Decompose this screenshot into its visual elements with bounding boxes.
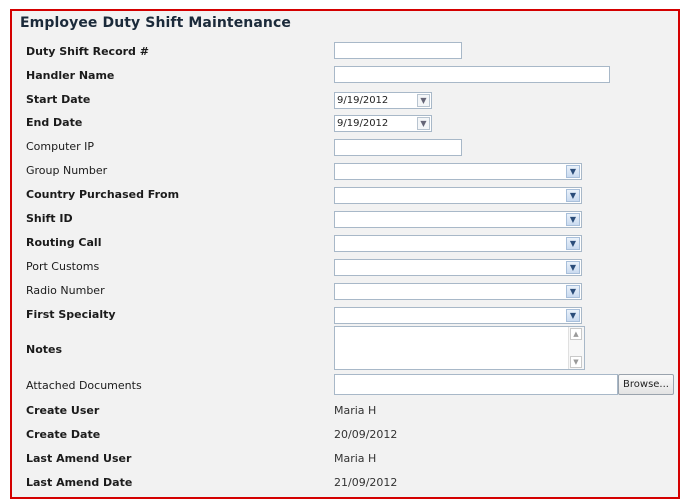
chevron-down-icon[interactable]: ▼ [566, 285, 580, 298]
label-handler: Handler Name [26, 69, 115, 82]
label-shift-id: Shift ID [26, 212, 73, 225]
notes-textarea[interactable]: ▲ ▼ [334, 326, 585, 370]
label-first-specialty: First Specialty [26, 308, 116, 321]
first-specialty-select[interactable]: ▼ [334, 307, 582, 324]
last-amend-user-value: Maria H [334, 452, 377, 465]
scroll-up-icon[interactable]: ▲ [570, 328, 582, 340]
label-attached-documents: Attached Documents [26, 379, 142, 392]
chevron-down-icon[interactable]: ▼ [566, 189, 580, 202]
chevron-down-icon[interactable]: ▼ [566, 237, 580, 250]
computer-ip-input[interactable] [334, 139, 462, 156]
label-country: Country Purchased From [26, 188, 180, 201]
port-customs-select[interactable]: ▼ [334, 259, 582, 276]
form-panel: Employee Duty Shift Maintenance Duty Shi… [10, 9, 680, 499]
last-amend-date-value: 21/09/2012 [334, 476, 398, 489]
create-user-value: Maria H [334, 404, 377, 417]
label-computer-ip: Computer IP [26, 140, 95, 153]
page-title: Employee Duty Shift Maintenance [20, 15, 291, 31]
attached-documents-input[interactable] [334, 374, 618, 395]
scroll-down-icon[interactable]: ▼ [570, 356, 582, 368]
label-routing-call: Routing Call [26, 236, 102, 249]
start-date-value: 9/19/2012 [337, 95, 389, 106]
end-date-picker[interactable]: 9/19/2012 ▼ [334, 115, 432, 132]
label-record: Duty Shift Record # [26, 45, 149, 58]
chevron-down-icon[interactable]: ▼ [417, 94, 430, 107]
label-notes: Notes [26, 343, 63, 356]
create-date-value: 20/09/2012 [334, 428, 398, 441]
label-create-user: Create User [26, 404, 100, 417]
label-radio-number: Radio Number [26, 284, 105, 297]
chevron-down-icon[interactable]: ▼ [566, 213, 580, 226]
routing-call-select[interactable]: ▼ [334, 235, 582, 252]
chevron-down-icon[interactable]: ▼ [566, 309, 580, 322]
label-last-amend-user: Last Amend User [26, 452, 132, 465]
handler-name-input[interactable] [334, 66, 610, 83]
chevron-down-icon[interactable]: ▼ [566, 165, 580, 178]
label-group-number: Group Number [26, 164, 108, 177]
notes-scrollbar[interactable]: ▲ ▼ [568, 327, 584, 369]
shift-id-select[interactable]: ▼ [334, 211, 582, 228]
start-date-picker[interactable]: 9/19/2012 ▼ [334, 92, 432, 109]
browse-button[interactable]: Browse... [618, 374, 674, 395]
label-last-amend-date: Last Amend Date [26, 476, 133, 489]
radio-number-select[interactable]: ▼ [334, 283, 582, 300]
chevron-down-icon[interactable]: ▼ [417, 117, 430, 130]
end-date-value: 9/19/2012 [337, 118, 389, 129]
group-number-select[interactable]: ▼ [334, 163, 582, 180]
label-create-date: Create Date [26, 428, 101, 441]
country-select[interactable]: ▼ [334, 187, 582, 204]
label-start-date: Start Date [26, 93, 91, 106]
label-end-date: End Date [26, 116, 83, 129]
label-port-customs: Port Customs [26, 260, 100, 273]
chevron-down-icon[interactable]: ▼ [566, 261, 580, 274]
record-number-input[interactable] [334, 42, 462, 59]
